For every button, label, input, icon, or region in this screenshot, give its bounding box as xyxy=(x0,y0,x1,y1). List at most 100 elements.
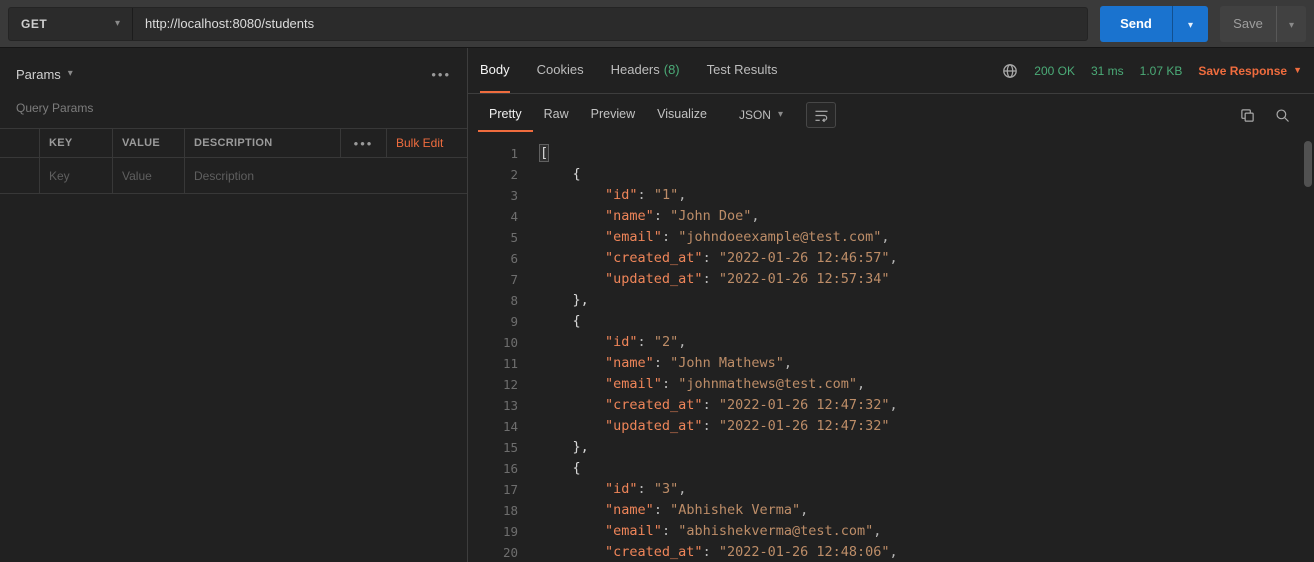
code-line-content: { xyxy=(572,313,581,329)
code-line: 4 "name": "John Doe", xyxy=(468,206,1314,227)
checkbox-column-header xyxy=(0,129,40,157)
description-column-header: DESCRIPTION xyxy=(194,137,273,149)
code-line: 13 "created_at": "2022-01-26 12:47:32", xyxy=(468,395,1314,416)
params-title-label: Params xyxy=(16,66,61,82)
tab-cookies[interactable]: Cookies xyxy=(537,48,584,93)
save-response-button[interactable]: Save Response ▼ xyxy=(1198,64,1302,78)
code-line: 6 "created_at": "2022-01-26 12:46:57", xyxy=(468,248,1314,269)
params-panel-header: Params ▾ ••• xyxy=(0,54,467,94)
params-more-options-icon[interactable]: ••• xyxy=(431,68,451,81)
save-button[interactable]: Save xyxy=(1220,5,1276,42)
line-number: 17 xyxy=(502,482,518,497)
format-label: JSON xyxy=(738,108,771,122)
save-button-group: Save ▾ xyxy=(1220,5,1306,42)
code-line: 19 "email": "abhishekverma@test.com", xyxy=(468,521,1314,542)
code-line: 8 }, xyxy=(468,290,1314,311)
tab-headers-label: Headers xyxy=(610,62,660,77)
url-group: GET ▾ xyxy=(8,6,1088,41)
line-number: 5 xyxy=(510,230,518,245)
send-button[interactable]: Send xyxy=(1100,5,1172,42)
code-line: 5 "email": "johndoeexample@test.com", xyxy=(468,227,1314,248)
params-dropdown[interactable]: Params ▾ xyxy=(16,67,73,82)
query-params-table: KEY VALUE DESCRIPTION ••• Bulk Edit xyxy=(0,128,467,194)
tab-test-results[interactable]: Test Results xyxy=(707,48,778,93)
chevron-down-icon: ▼ xyxy=(1293,65,1302,75)
format-dropdown[interactable]: JSON ▾ xyxy=(730,103,792,127)
response-size: 1.07 KB xyxy=(1139,63,1183,78)
line-number: 16 xyxy=(502,461,518,476)
line-number: 12 xyxy=(502,377,518,392)
code-line: 14 "updated_at": "2022-01-26 12:47:32" xyxy=(468,416,1314,437)
code-line-content: "id": "1", xyxy=(605,187,687,203)
wrap-text-button[interactable] xyxy=(806,102,836,128)
line-number: 11 xyxy=(502,356,518,371)
key-input[interactable] xyxy=(49,168,103,183)
save-options-button[interactable]: ▾ xyxy=(1276,5,1306,42)
chevron-down-icon: ▾ xyxy=(67,68,73,79)
code-line-content: [ xyxy=(538,144,550,162)
save-response-label: Save Response xyxy=(1198,63,1288,78)
view-visualize-button[interactable]: Visualize xyxy=(646,98,718,132)
line-number: 15 xyxy=(502,440,518,455)
params-panel: Params ▾ ••• Query Params KEY VALUE DESC… xyxy=(0,48,467,562)
send-button-group: Send ▾ xyxy=(1100,5,1208,42)
search-icon[interactable] xyxy=(1275,108,1290,123)
view-pretty-button[interactable]: Pretty xyxy=(478,98,533,132)
code-line: 9 { xyxy=(468,311,1314,332)
line-number: 3 xyxy=(510,188,518,203)
method-dropdown[interactable]: GET ▾ xyxy=(9,7,133,40)
code-line-content: { xyxy=(572,460,581,476)
code-lines: 1[2 {3 "id": "1", 4 "name": "John Doe", 5 … xyxy=(468,143,1314,562)
network-globe-icon[interactable] xyxy=(1002,63,1018,79)
row-checkbox-cell xyxy=(0,158,40,193)
line-number: 7 xyxy=(510,272,518,287)
description-input[interactable] xyxy=(194,168,458,183)
line-number: 8 xyxy=(510,293,518,308)
method-label: GET xyxy=(21,16,48,31)
code-line: 1[ xyxy=(468,143,1314,164)
code-line: 10 "id": "2", xyxy=(468,332,1314,353)
params-table-more-icon[interactable]: ••• xyxy=(354,137,374,150)
code-line-content: "name": "John Doe", xyxy=(605,208,760,224)
code-line-content: "email": "johndoeexample@test.com", xyxy=(605,229,890,245)
query-params-label: Query Params xyxy=(16,101,94,115)
response-tabs-bar: Body Cookies Headers (8) Test Results 20… xyxy=(468,48,1314,94)
request-bar: GET ▾ Send ▾ Save ▾ xyxy=(0,0,1314,48)
send-options-button[interactable]: ▾ xyxy=(1172,5,1208,42)
response-status-bar: 200 OK 31 ms 1.07 KB Save Response ▼ xyxy=(1002,48,1302,93)
line-number: 10 xyxy=(502,335,518,350)
response-body-editor[interactable]: 1[2 {3 "id": "1", 4 "name": "John Doe", 5 … xyxy=(468,136,1314,562)
copy-icon[interactable] xyxy=(1240,108,1255,123)
url-input[interactable] xyxy=(133,7,1087,40)
chevron-down-icon: ▾ xyxy=(1288,20,1295,31)
chevron-down-icon: ▾ xyxy=(777,109,783,120)
line-number: 13 xyxy=(502,398,518,413)
tab-body[interactable]: Body xyxy=(480,48,510,93)
vertical-scrollbar[interactable] xyxy=(1304,141,1312,187)
line-number: 20 xyxy=(502,545,518,560)
line-number: 18 xyxy=(502,503,518,518)
code-line: 15 }, xyxy=(468,437,1314,458)
key-column-header: KEY xyxy=(49,137,73,149)
code-line: 12 "email": "johnmathews@test.com", xyxy=(468,374,1314,395)
headers-count-badge: (8) xyxy=(663,62,680,77)
tab-headers[interactable]: Headers (8) xyxy=(611,48,680,93)
bulk-edit-button[interactable]: Bulk Edit xyxy=(396,136,443,150)
tab-test-results-label: Test Results xyxy=(706,62,778,77)
code-line: 3 "id": "1", xyxy=(468,185,1314,206)
view-raw-button[interactable]: Raw xyxy=(533,98,580,132)
code-line-content: { xyxy=(572,166,581,182)
code-line-content: "email": "abhishekverma@test.com", xyxy=(605,523,882,539)
value-column-header: VALUE xyxy=(122,137,160,149)
line-number: 19 xyxy=(502,524,518,539)
line-number: 1 xyxy=(510,146,518,161)
value-input[interactable] xyxy=(122,168,175,183)
table-header-row: KEY VALUE DESCRIPTION ••• Bulk Edit xyxy=(0,129,467,158)
chevron-down-icon: ▾ xyxy=(114,17,120,29)
code-line: 7 "updated_at": "2022-01-26 12:57:34" xyxy=(468,269,1314,290)
code-line-content: "name": "Abhishek Verma", xyxy=(605,502,809,518)
code-line: 17 "id": "3", xyxy=(468,479,1314,500)
code-line-content: "created_at": "2022-01-26 12:48:06", xyxy=(605,544,898,560)
view-preview-button[interactable]: Preview xyxy=(580,98,646,132)
code-line: 11 "name": "John Mathews", xyxy=(468,353,1314,374)
